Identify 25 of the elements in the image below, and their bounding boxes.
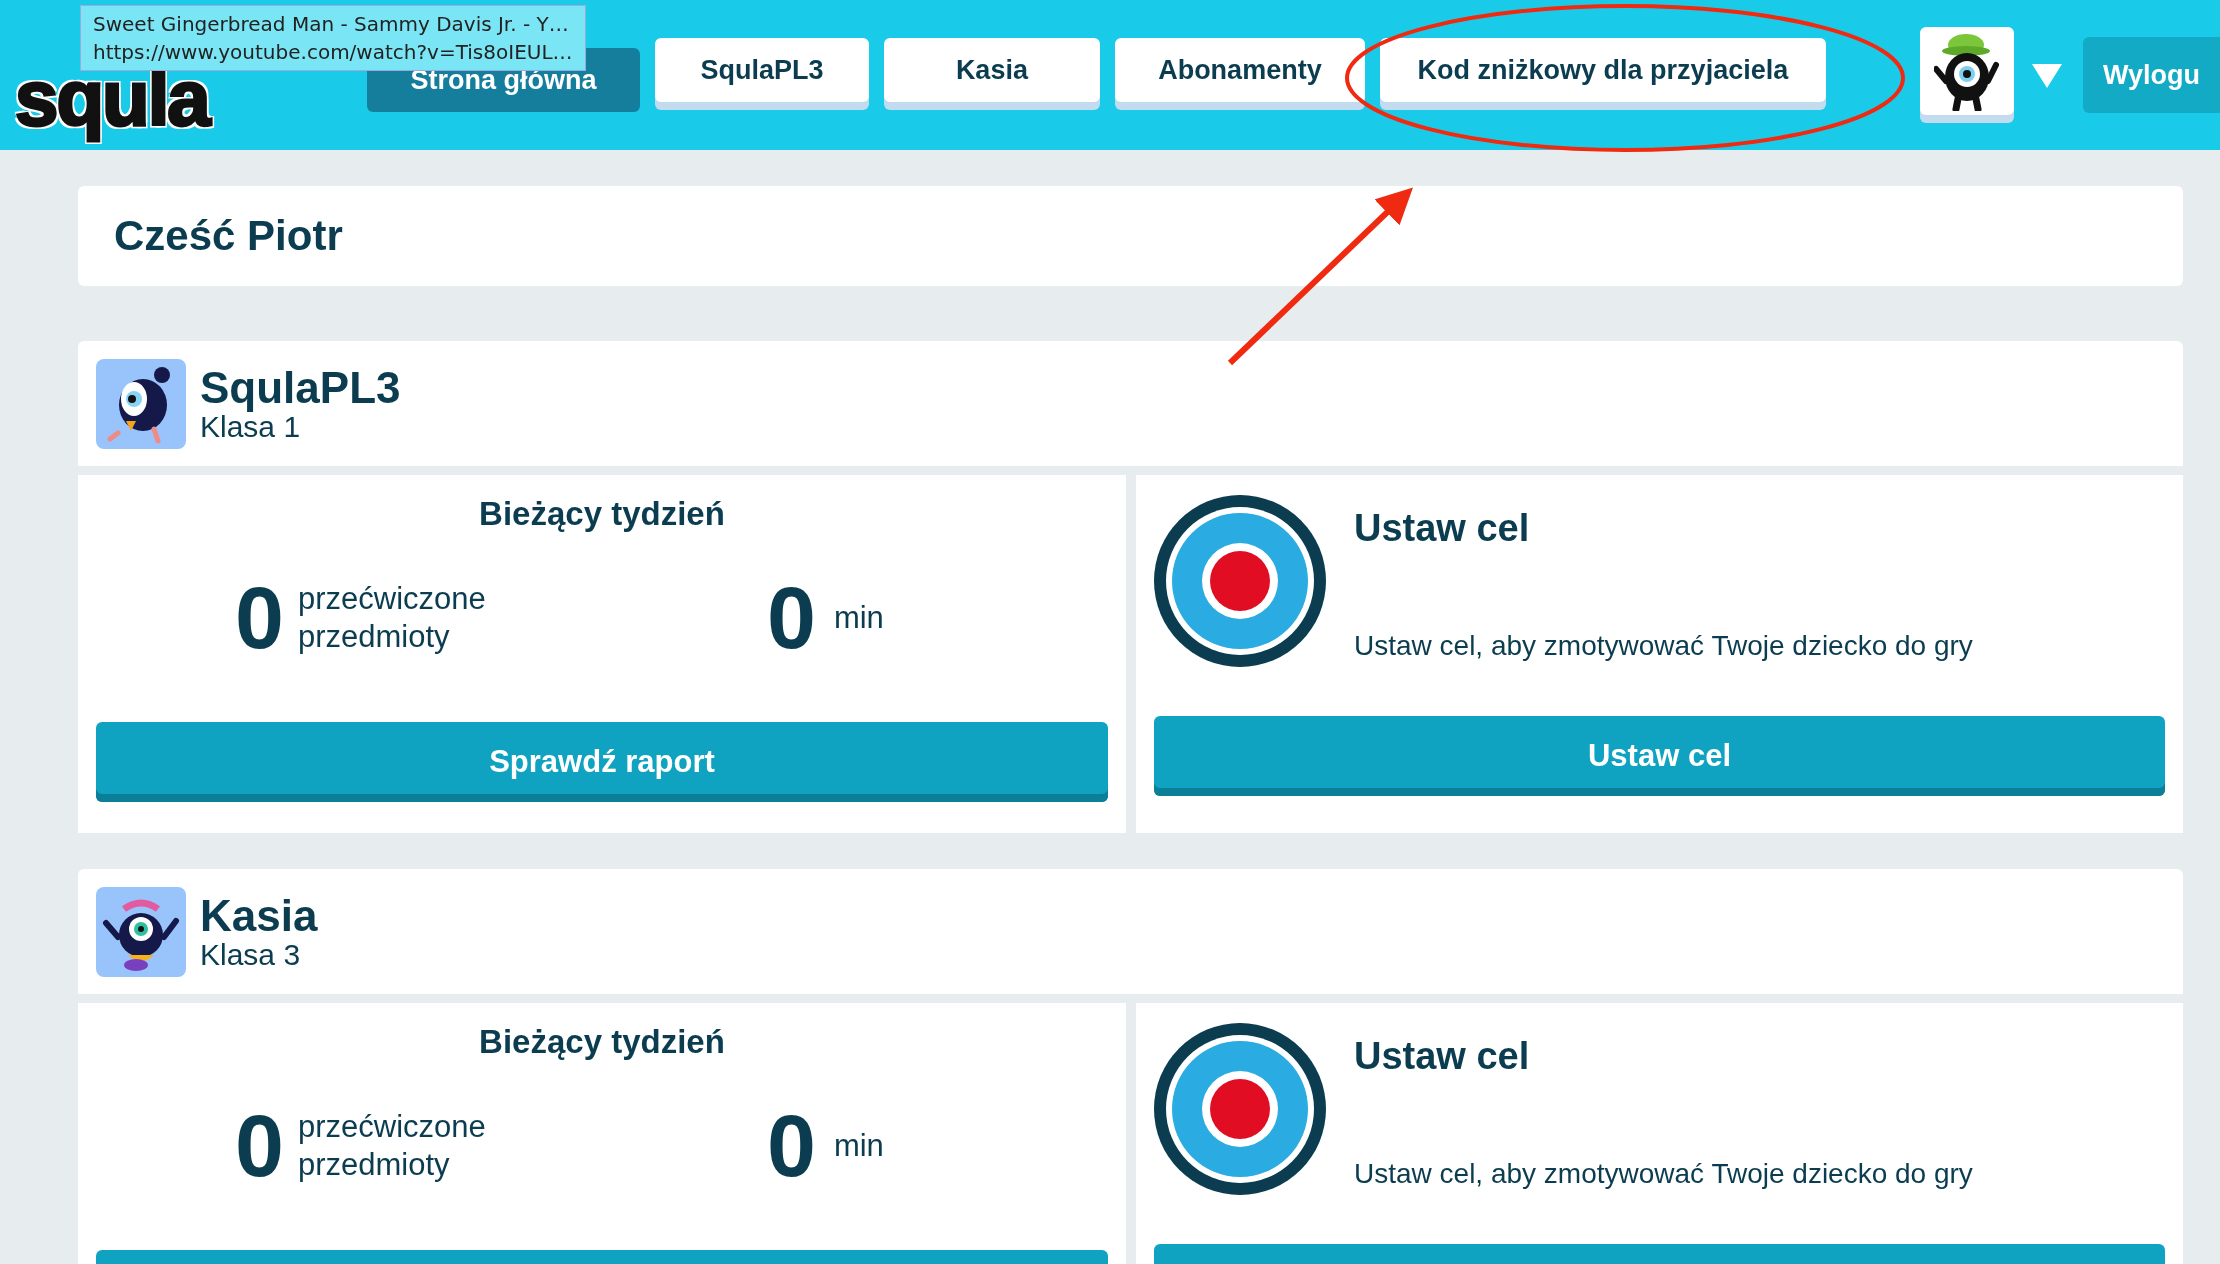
child-name: SqulaPL3 — [200, 364, 401, 411]
child-grade: Klasa 3 — [200, 938, 302, 971]
caret-down-icon[interactable] — [2032, 64, 2062, 88]
bird-avatar-icon — [96, 358, 186, 449]
monster-avatar-icon — [96, 886, 186, 977]
goal-description: Ustaw cel, aby zmotywować Twoje dziecko do gry — [1354, 630, 1973, 662]
minutes-unit: min — [833, 600, 884, 636]
subjects-count: 0 — [235, 567, 284, 669]
minutes-count: 0 — [766, 1095, 816, 1197]
goal-description: Ustaw cel, aby zmotywować Twoje dziecko do gry — [1354, 1158, 1973, 1190]
tooltip-title: Sweet Gingerbread Man - Sammy Davis Jr. - Y… — [93, 11, 570, 38]
minutes-count: 0 — [766, 567, 816, 669]
subjects-label: przećwiczone przedmioty — [297, 1108, 487, 1184]
subjects-label: przećwiczone przedmioty — [297, 580, 487, 656]
child-name: Kasia — [200, 892, 318, 939]
panel-title: Bieżący tydzień — [479, 1023, 725, 1061]
goal-title: Ustaw cel — [1354, 507, 1531, 550]
target-icon — [1154, 1023, 1326, 1195]
greeting-title: Cześć Piotr — [114, 212, 343, 260]
target-icon — [1154, 495, 1326, 667]
minutes-unit: min — [833, 1128, 884, 1164]
goal-title: Ustaw cel — [1354, 1035, 1531, 1078]
subjects-count: 0 — [235, 1095, 284, 1197]
monster-avatar-icon — [1933, 31, 2000, 111]
panel-title: Bieżący tydzień — [479, 495, 725, 533]
